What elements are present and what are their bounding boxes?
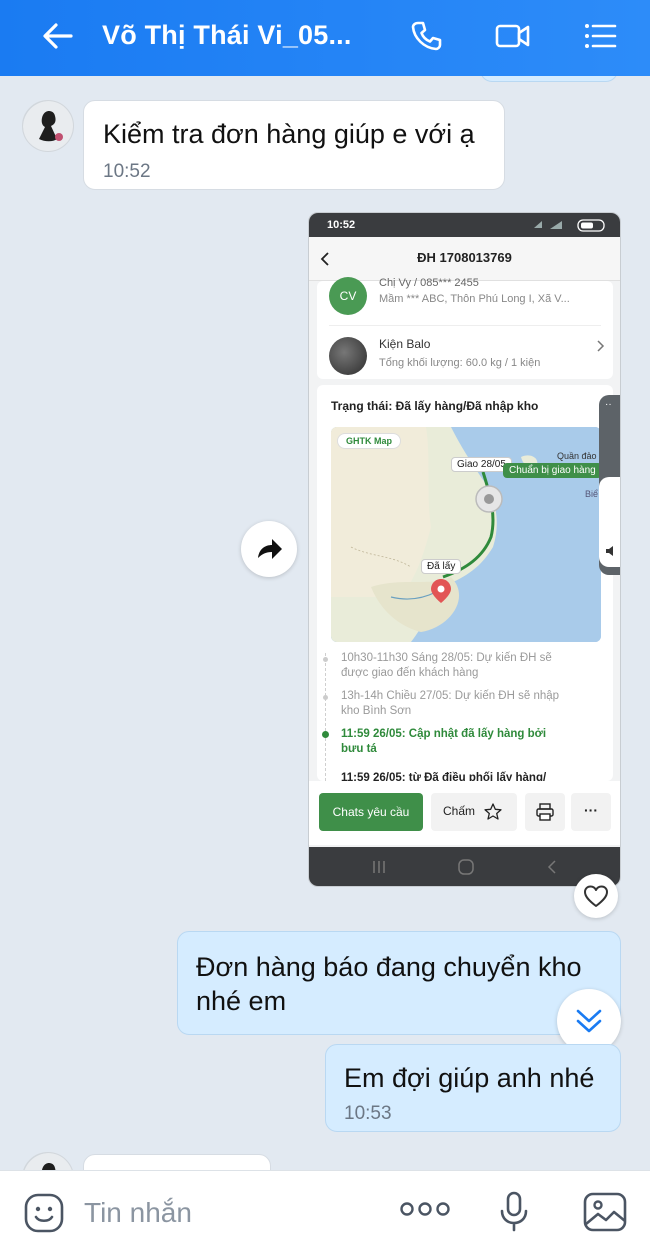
receiver-partial: Chị Vy / 085*** 2455 bbox=[379, 277, 479, 289]
rate-button[interactable]: Chấm bbox=[431, 793, 517, 831]
pin-picked-label: Đã lấy bbox=[421, 559, 462, 574]
incoming-message-bubble[interactable] bbox=[83, 1154, 271, 1170]
printer-icon bbox=[536, 803, 554, 821]
shared-image[interactable]: 10:52 ĐH 1708013769 CV Chị Vy / 085*** 2… bbox=[308, 212, 621, 887]
phone-time: 10:52 bbox=[327, 219, 356, 231]
receiver-card[interactable]: CV Chị Vy / 085*** 2455 Mầm *** ABC, Thô… bbox=[317, 277, 613, 379]
contact-name[interactable]: Võ Thị Thái Vi_05... bbox=[102, 20, 352, 51]
image-icon[interactable] bbox=[582, 1191, 628, 1233]
list-menu-icon[interactable] bbox=[580, 16, 620, 56]
chat-header: Võ Thị Thái Vi_05... bbox=[0, 0, 650, 76]
order-title: ĐH 1708013769 bbox=[417, 250, 512, 265]
timeline-item-4-line1: 11:59 26/05: từ Đã điều phối lấy hàng/ bbox=[341, 772, 547, 781]
message-time: 10:52 bbox=[103, 161, 151, 182]
more-options-button[interactable]: ··· bbox=[571, 793, 611, 831]
outgoing-message-bubble[interactable]: Đơn hàng báo đang chuyển kho nhé em bbox=[177, 931, 621, 1035]
timeline-item-2: 13h-14h Chiều 27/05: Dự kiến ĐH sẽ nhập … bbox=[341, 689, 559, 719]
map-place-1: Quần đảo bbox=[557, 451, 597, 461]
chat-request-button[interactable]: Chats yêu cầu bbox=[319, 793, 423, 831]
chevron-right-icon[interactable] bbox=[595, 339, 605, 353]
more-dots-icon[interactable] bbox=[398, 1197, 452, 1221]
message-text: Kiểm tra đơn hàng giúp e với ạ bbox=[103, 119, 475, 149]
side-panel-handle[interactable]: ·· bbox=[599, 395, 620, 575]
timeline-item-1: 10h30-11h30 Sáng 28/05: Dự kiến ĐH sẽ đư… bbox=[341, 651, 552, 681]
message-list[interactable]: Kiểm tra đơn hàng giúp e với ạ 10:52 10:… bbox=[0, 76, 650, 1170]
phone-icon[interactable] bbox=[406, 16, 446, 56]
status-card: Trạng thái: Đã lấy hàng/Đã nhập kho GHTK… bbox=[317, 385, 613, 781]
emoji-icon[interactable] bbox=[22, 1191, 66, 1235]
message-time: 10:53 bbox=[344, 1103, 392, 1124]
status-label: Trạng thái: Đã lấy hàng/Đã nhập kho bbox=[331, 399, 539, 413]
timeline-item-1-line1: 10h30-11h30 Sáng 28/05: Dự kiến ĐH sẽ bbox=[341, 652, 552, 664]
reaction-button[interactable] bbox=[574, 874, 618, 918]
back-nav-icon[interactable] bbox=[545, 859, 559, 875]
message-composer: Tin nhắn bbox=[0, 1170, 650, 1245]
package-weight: Tổng khối lượng: 60.0 kg / 1 kiện bbox=[379, 357, 541, 369]
receiver-address: Mầm *** ABC, Thôn Phú Long I, Xã V... bbox=[379, 293, 570, 305]
pin-prepare-label: Chuẩn bị giao hàng bbox=[503, 463, 601, 478]
message-text-line2: nhé em bbox=[196, 986, 287, 1016]
avatar[interactable] bbox=[22, 1152, 74, 1170]
timeline-item-3-line1: 11:59 26/05: Cập nhật đã lấy hàng bởi bbox=[341, 728, 547, 740]
timeline-line bbox=[325, 653, 326, 781]
receiver-avatar: CV bbox=[329, 277, 367, 315]
package-image bbox=[329, 337, 367, 375]
microphone-icon[interactable] bbox=[496, 1189, 532, 1233]
order-action-bar: Chats yêu cầu Chấm ··· bbox=[309, 781, 620, 845]
heart-icon bbox=[584, 885, 608, 907]
status-icons bbox=[534, 219, 605, 232]
timeline-item-3: 11:59 26/05: Cập nhật đã lấy hàng bởi bư… bbox=[341, 727, 546, 757]
timeline-item-2-line2: kho Bình Sơn bbox=[341, 705, 412, 717]
timeline-item-4: 11:59 26/05: từ Đã điều phối lấy hàng/ bbox=[341, 771, 546, 781]
print-button[interactable] bbox=[525, 793, 565, 831]
message-text-line1: Đơn hàng báo đang chuyển kho bbox=[196, 952, 582, 982]
previous-message-bubble[interactable] bbox=[480, 76, 618, 82]
timeline-dot bbox=[323, 657, 328, 662]
star-icon bbox=[484, 803, 502, 820]
package-name: Kiện Balo bbox=[379, 337, 431, 351]
timeline-item-3-line2: bưu tá bbox=[341, 743, 377, 755]
delivery-map[interactable]: GHTK Map Giao 28/05 Chuẩn bị giao hàng Đ… bbox=[331, 427, 601, 642]
phone-status-bar: 10:52 bbox=[309, 213, 620, 237]
forward-arrow-icon bbox=[258, 539, 282, 559]
timeline-item-2-line1: 13h-14h Chiều 27/05: Dự kiến ĐH sẽ nhập bbox=[341, 690, 560, 702]
arrow-left-icon[interactable] bbox=[38, 16, 78, 56]
timeline-dot-active bbox=[322, 731, 329, 738]
rate-button-label: Chấm bbox=[443, 804, 476, 818]
avatar[interactable] bbox=[22, 100, 74, 152]
avatar-image bbox=[24, 1153, 73, 1170]
message-text: Em đợi giúp anh nhé bbox=[344, 1063, 595, 1093]
outgoing-message-bubble[interactable]: Em đợi giúp anh nhé 10:53 bbox=[325, 1044, 621, 1132]
timeline-dot bbox=[323, 695, 328, 700]
avatar-image bbox=[23, 101, 73, 151]
incoming-message-bubble[interactable]: Kiểm tra đơn hàng giúp e với ạ 10:52 bbox=[83, 100, 505, 190]
recents-icon[interactable] bbox=[371, 859, 387, 875]
home-icon[interactable] bbox=[457, 858, 475, 876]
volume-icon bbox=[606, 546, 613, 556]
map-badge: GHTK Map bbox=[337, 433, 401, 449]
message-input[interactable]: Tin nhắn bbox=[84, 1197, 192, 1229]
forward-button[interactable] bbox=[241, 521, 297, 577]
video-icon[interactable] bbox=[493, 16, 533, 56]
map-place-2: Biể bbox=[585, 489, 599, 499]
order-topbar: ĐH 1708013769 bbox=[309, 237, 620, 281]
timeline-item-1-line2: được giao đến khách hàng bbox=[341, 667, 479, 679]
